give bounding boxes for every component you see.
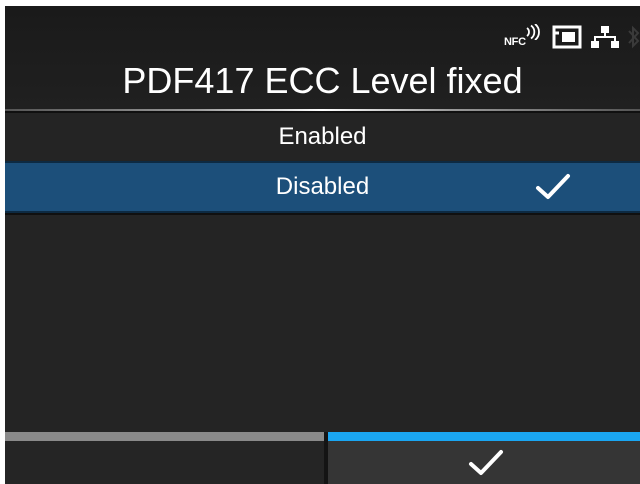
printer-screen: NFC PDF417 ECC Level fixed Enabled Disab…	[5, 6, 640, 484]
option-label: Disabled	[275, 173, 370, 200]
checkmark-icon	[469, 450, 503, 475]
option-enabled[interactable]: Enabled	[5, 111, 640, 161]
nfc-icon: NFC	[504, 24, 544, 50]
softkey-bar	[5, 432, 640, 484]
option-label: Enabled	[278, 123, 367, 150]
sd-card-icon	[552, 25, 582, 49]
list-empty-area	[5, 213, 640, 435]
network-icon	[591, 26, 619, 48]
status-bar: NFC	[504, 22, 640, 52]
nfc-label: NFC	[504, 36, 526, 48]
confirm-softkey[interactable]	[328, 432, 640, 484]
option-disabled[interactable]: Disabled	[5, 161, 640, 213]
back-softkey[interactable]	[5, 432, 324, 484]
checkmark-icon	[536, 174, 570, 199]
options-list: Enabled Disabled	[5, 111, 640, 213]
header: NFC PDF417 ECC Level fixed	[5, 6, 640, 110]
bluetooth-icon	[628, 25, 640, 49]
page-title: PDF417 ECC Level fixed	[122, 60, 523, 101]
back-softkey-indicator	[5, 432, 324, 441]
confirm-softkey-indicator	[328, 432, 640, 441]
